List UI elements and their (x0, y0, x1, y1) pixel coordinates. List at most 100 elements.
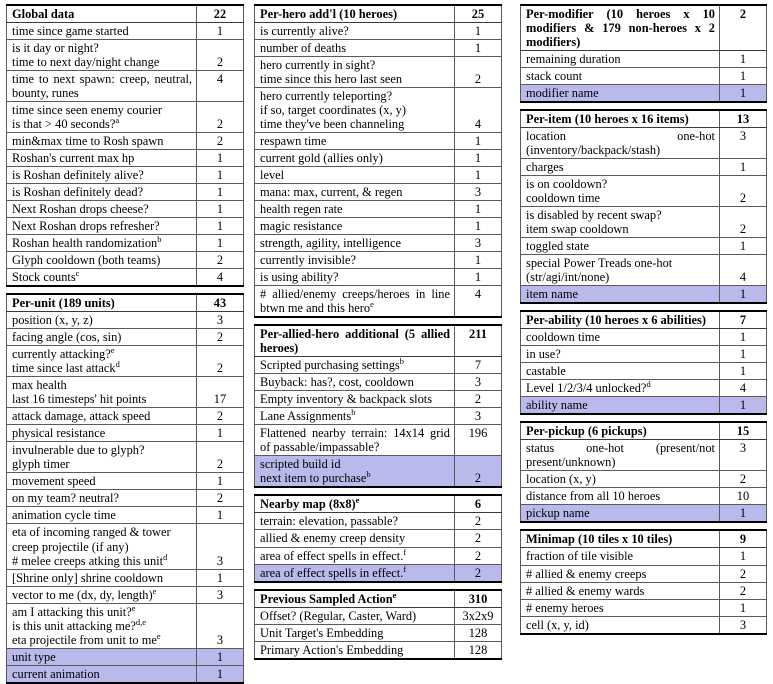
table-row: am I attacking this unit?e is this unit a… (6, 602, 244, 649)
feature-table-per-ability: Per-ability (10 heroes x 6 abilities) 7 co… (520, 310, 767, 416)
feature-label-line: hero currently teleporting? (260, 89, 393, 104)
table-row: mana: max, current, & regen 3 (254, 183, 502, 202)
feature-label-line: on my team? neutral? (12, 491, 119, 506)
feature-size-value: 7 (454, 356, 502, 375)
table-row: modifier name 1 (520, 84, 767, 104)
feature-label-line: # allied/enemy creeps/heroes in line btw… (260, 287, 450, 316)
feature-size-value: 196 (454, 424, 502, 457)
feature-label: animation cycle time (6, 506, 197, 525)
table-row: time to next spawn: creep, neutral, boun… (6, 70, 244, 103)
feature-label: Next Roshan drops cheese? (6, 200, 197, 219)
feature-size-value: 2 (454, 529, 502, 548)
feature-label: hero currently in sight? time since this … (254, 56, 455, 89)
feature-table-per-hero-addl: Per-hero add'l (10 heroes) 25 is currently… (254, 4, 502, 319)
feature-label: is Roshan definitely alive? (6, 166, 197, 185)
table-row: min&max time to Rosh spawn 2 (6, 132, 244, 151)
feature-label: ability name (520, 396, 720, 416)
feature-table-previous-sampled-action: Previous Sampled Actione 310 Offset? (Regu… (254, 588, 502, 660)
table-row: is using ability? 1 (254, 268, 502, 287)
table-row: hero currently teleporting? if so, target… (254, 87, 502, 134)
table-header-label: Per-modifier (10 heroes x 10 modifiers &… (520, 4, 720, 52)
feature-size-value: 1 (454, 39, 502, 58)
feature-size-value: 1 (196, 568, 244, 587)
table-row: time since game started 1 (6, 22, 244, 41)
feature-size-value: 10 (719, 487, 767, 506)
feature-label: Next Roshan drops refresher? (6, 217, 197, 236)
table-header-row: Per-unit (189 units) 43 (6, 293, 244, 313)
feature-label-line: Level 1/2/3/4 unlocked?d (526, 379, 651, 396)
feature-size-value: 1 (454, 166, 502, 185)
table-row: is it day or night? time to next day/nigh… (6, 39, 244, 72)
feature-label-line: attack damage, attack speed (12, 409, 151, 424)
table-header-label: Per-pickup (6 pickups) (520, 421, 720, 441)
table-row: toggled state 1 (520, 237, 767, 256)
feature-size-value: 17 (196, 376, 244, 409)
feature-label-line: is on cooldown? (526, 177, 608, 192)
feature-size-value: 2 (196, 251, 244, 270)
feature-table-per-item: Per-item (10 heroes x 16 items) 13 locatio… (520, 109, 767, 305)
feature-label: vector to me (dx, dy, length)e (6, 585, 197, 604)
feature-label: is using ability? (254, 268, 455, 287)
feature-label: modifier name (520, 84, 720, 104)
feature-table-nearby-map: Nearby map (8x8)e 6 terrain: elevation, pa… (254, 494, 502, 583)
feature-label-line: # allied & enemy wards (526, 583, 645, 598)
feature-label: respawn time (254, 132, 455, 151)
feature-size-value: 1 (196, 647, 244, 666)
feature-label: unit type (6, 647, 197, 666)
feature-size-value: 2 (454, 390, 502, 409)
feature-label: is currently alive? (254, 22, 455, 41)
feature-label-line: respawn time (260, 134, 327, 149)
table-row: is currently alive? 1 (254, 22, 502, 41)
table-row: currently invisible? 1 (254, 251, 502, 270)
feature-label-line: number of deaths (260, 41, 347, 56)
table-row: Stock countsc 4 (6, 268, 244, 288)
feature-size-value: 1 (454, 22, 502, 41)
table-header-label: Per-ability (10 heroes x 6 abilities) (520, 310, 720, 330)
table-row: cell (x, y, id) 3 (520, 615, 767, 635)
feature-label: # allied & enemy wards (520, 581, 720, 600)
feature-label-line: animation cycle time (12, 508, 116, 523)
feature-size-value: 4 (196, 268, 244, 288)
feature-label: number of deaths (254, 39, 455, 58)
feature-label: time since game started (6, 22, 197, 41)
table-row: Roshan health randomizationb 1 (6, 234, 244, 253)
feature-label: location one-hot (inventory/backpack/sta… (520, 127, 720, 160)
feature-size-value: 2 (196, 101, 244, 134)
table-row: Empty inventory & backpack slots 2 (254, 390, 502, 409)
feature-label-line: toggled state (526, 239, 589, 254)
feature-size-value: 1 (719, 237, 767, 256)
feature-label: Roshan's current max hp (6, 149, 197, 168)
table-row: attack damage, attack speed 2 (6, 407, 244, 426)
feature-label: eta of incoming ranged & tower creep proj… (6, 523, 197, 570)
feature-size-value: 1 (719, 396, 767, 416)
feature-label-line: cooldown time (526, 330, 600, 345)
table-row: Primary Action's Embedding 128 (254, 640, 502, 660)
table-row: physical resistance 1 (6, 424, 244, 443)
feature-label-line: Scripted purchasing settingsb (260, 356, 404, 373)
table-row: Flattened nearby terrain: 14x14 grid of … (254, 424, 502, 457)
feature-label-line: last 16 timesteps' hit points (12, 392, 147, 407)
feature-label-line: location (x, y) (526, 472, 596, 487)
feature-label: currently attacking?e time since last att… (6, 345, 197, 378)
feature-size-value: 1 (196, 234, 244, 253)
feature-label: terrain: elevation, passable? (254, 512, 455, 531)
feature-label: toggled state (520, 237, 720, 256)
table-row: max health last 16 timesteps' hit points 1… (6, 376, 244, 409)
feature-label-line: stack count (526, 69, 583, 84)
feature-label-line: level (260, 168, 285, 183)
feature-label-line: physical resistance (12, 426, 106, 441)
feature-label: # enemy heroes (520, 598, 720, 617)
table-header-row: Per-ability (10 heroes x 6 abilities) 7 (520, 310, 767, 330)
table-row: area of effect spells in effect.f 2 (254, 563, 502, 583)
table-row: on my team? neutral? 2 (6, 489, 244, 508)
table-row: special Power Treads one-hot (str/agi/int… (520, 254, 767, 287)
table-row: Next Roshan drops cheese? 1 (6, 200, 244, 219)
table-row: terrain: elevation, passable? 2 (254, 512, 502, 531)
feature-label: Empty inventory & backpack slots (254, 390, 455, 409)
feature-label-line: min&max time to Rosh spawn (12, 134, 164, 149)
feature-label-line: time since game started (12, 24, 129, 39)
feature-size-value: 1 (196, 424, 244, 443)
table-row: eta of incoming ranged & tower creep proj… (6, 523, 244, 570)
feature-label: position (x, y, z) (6, 311, 197, 330)
table-row: Unit Target's Embedding 128 (254, 623, 502, 642)
